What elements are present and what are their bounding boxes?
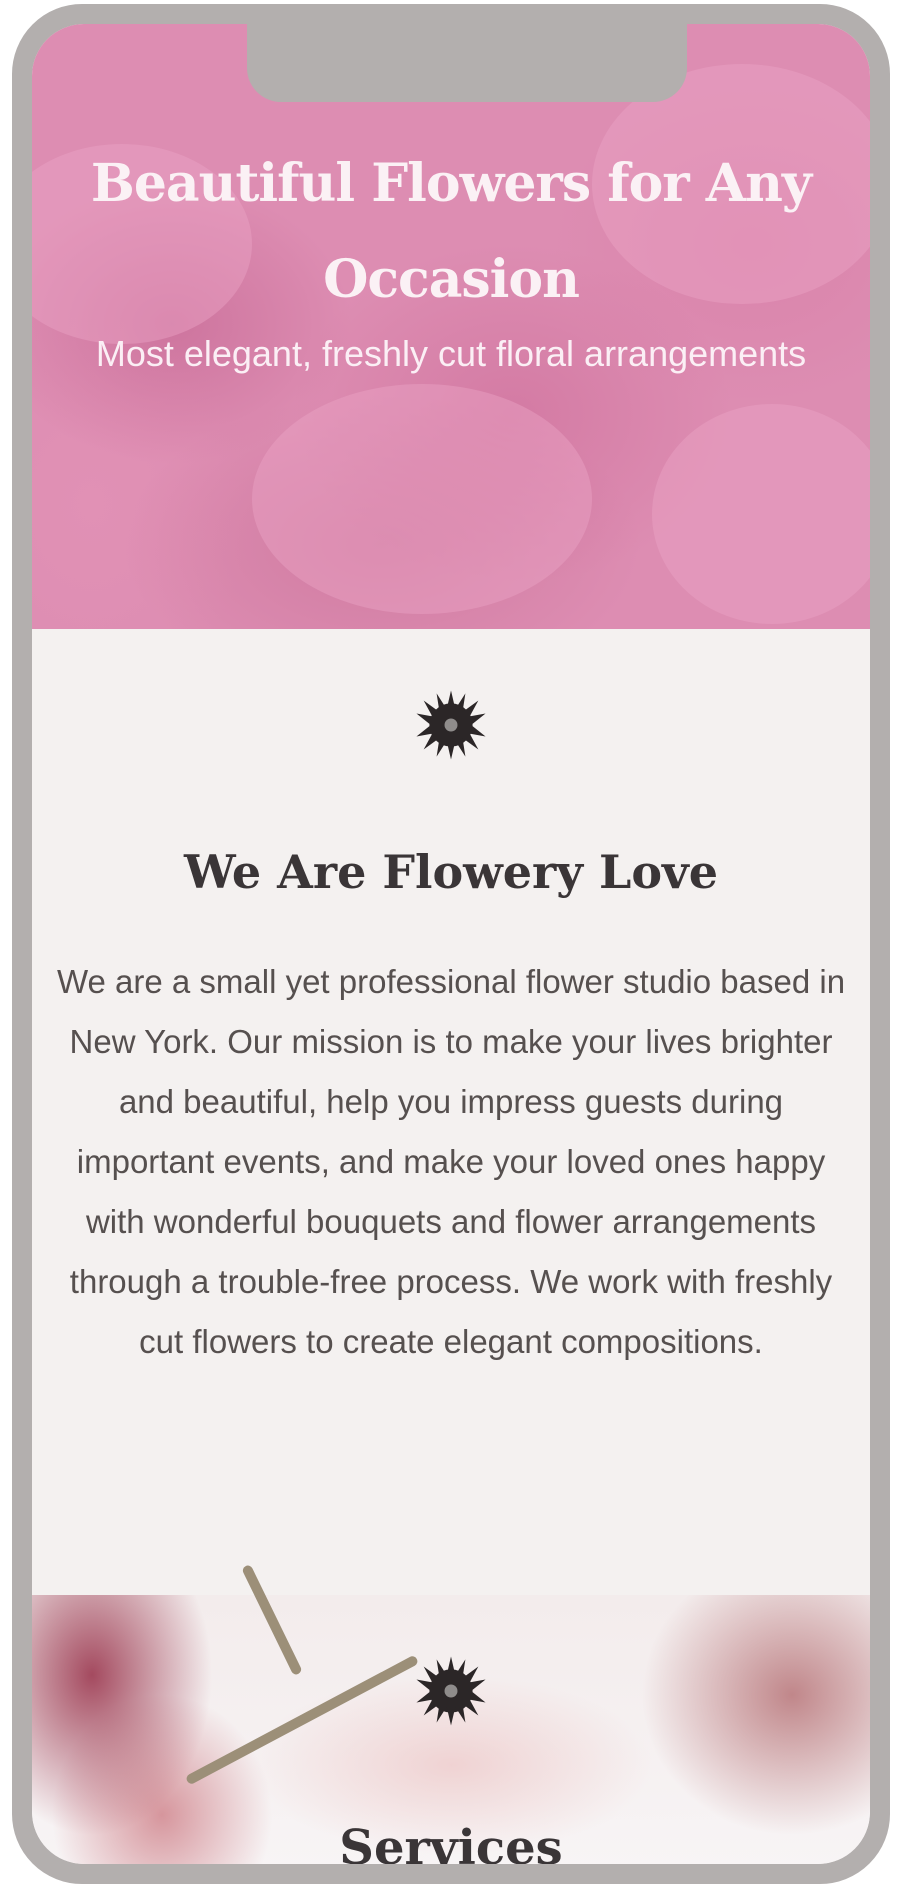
phone-screen: Beautiful Flowers for Any Occasion Most … [32, 24, 870, 1864]
phone-notch [247, 24, 687, 102]
flower-icon [416, 1656, 486, 1726]
hero-subtitle: Most elegant, freshly cut floral arrange… [95, 333, 807, 374]
about-title: We Are Flowery Love [183, 845, 719, 900]
hero-title: Beautiful Flowers for Any Occasion [90, 153, 812, 310]
hero-section: Beautiful Flowers for Any Occasion Most … [32, 24, 870, 629]
services-title: Services [339, 1819, 563, 1864]
services-section: Services [32, 1563, 870, 1864]
about-description: We are a small yet professional flower s… [56, 963, 846, 1360]
about-section: We Are Flowery Love We are a small yet p… [32, 629, 870, 1595]
phone-frame: Beautiful Flowers for Any Occasion Most … [12, 4, 890, 1884]
flower-icon [416, 690, 486, 760]
